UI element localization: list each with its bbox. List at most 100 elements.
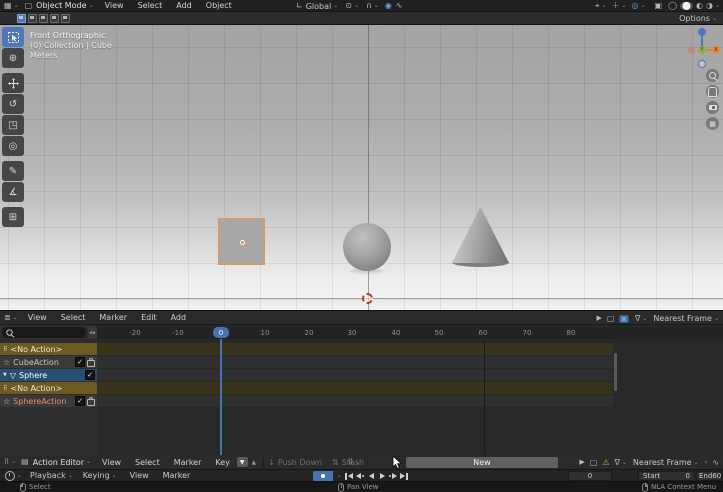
filter-icon[interactable]: ∇ — [635, 315, 640, 323]
act-snap-label[interactable]: Nearest Frame — [633, 458, 692, 467]
nla-strip-row[interactable] — [97, 382, 613, 394]
select-mode-extend-icon[interactable] — [28, 14, 37, 23]
dopesheet-editor-type-dropdown[interactable]: ⠿⌄ — [0, 459, 16, 466]
orientation-label[interactable]: Global — [306, 2, 332, 11]
gizmo-x-neg[interactable] — [688, 47, 695, 54]
snap-magnet-icon[interactable]: ∩ — [366, 2, 372, 10]
nla-menu-view[interactable]: View — [21, 313, 54, 322]
nla-strip-row[interactable] — [97, 395, 613, 407]
select-mode-invert-icon[interactable] — [50, 14, 59, 23]
track-checkbox[interactable]: ✓ — [75, 396, 85, 406]
new-action-button[interactable]: New — [406, 457, 558, 468]
menu-add[interactable]: Add — [169, 1, 199, 10]
nla-strip-row[interactable] — [97, 343, 613, 355]
tl-menu-view[interactable]: View — [123, 471, 156, 480]
gizmos-icon[interactable]: ＋ — [611, 2, 619, 10]
tool-annotate[interactable]: ✎ — [2, 161, 24, 181]
sync-icon[interactable]: ▣ — [619, 315, 629, 323]
tool-transform[interactable]: ◎ — [2, 136, 24, 156]
gizmo-x-pos[interactable]: X — [712, 46, 720, 54]
select-mode-set-icon[interactable] — [17, 14, 26, 23]
ortho-toggle-button[interactable]: ▦ — [706, 117, 719, 130]
act-menu-select[interactable]: Select — [128, 458, 167, 467]
overlays-icon[interactable]: ◎ — [632, 2, 639, 10]
prev-keyframe-button[interactable] — [355, 471, 365, 481]
tool-add-cube[interactable]: ⊞ — [2, 207, 24, 227]
falloff-icon[interactable]: ∿ — [396, 2, 403, 10]
timeline-editor-type-dropdown[interactable]: ⌄ — [0, 471, 22, 481]
keying-dropdown[interactable]: Keying ⌄ — [83, 471, 117, 480]
nla-strip-row[interactable] — [97, 356, 613, 368]
xray-icon[interactable]: ▣ — [655, 2, 663, 10]
gizmo-y-pos[interactable]: Y — [698, 46, 706, 54]
pointer-icon[interactable]: ▶ — [579, 459, 584, 466]
navigation-gizmo[interactable]: X Y — [686, 28, 720, 74]
pivot-icon[interactable]: ⊙ — [345, 2, 352, 10]
zoom-button[interactable] — [706, 69, 719, 82]
shading-rendered-icon[interactable]: ◑ — [706, 2, 713, 10]
end-frame-field[interactable]: End 60 — [696, 471, 722, 481]
shading-solid-active[interactable]: ⬤ — [680, 2, 693, 10]
tool-move[interactable] — [2, 73, 24, 93]
act-menu-marker[interactable]: Marker — [167, 458, 209, 467]
tool-rotate[interactable]: ↺ — [2, 94, 24, 114]
visibility-icon[interactable]: ⌖ — [595, 2, 600, 10]
push-down-button[interactable]: ↓ Push Down — [268, 458, 322, 467]
playhead-line[interactable] — [220, 339, 222, 455]
playhead-handle[interactable]: 0 — [213, 327, 229, 338]
menu-view[interactable]: View — [98, 1, 131, 10]
shading-wireframe-icon[interactable]: ◯ — [668, 2, 677, 10]
keying-dot-icon[interactable]: ◦ — [704, 459, 709, 467]
box-select-icon[interactable]: ▢ — [607, 315, 615, 323]
nla-editor-type-dropdown[interactable]: ≣⌄ — [0, 314, 18, 322]
nla-strip-row[interactable] — [97, 369, 613, 381]
tool-select-box[interactable] — [2, 27, 24, 47]
next-keyframe-button[interactable] — [388, 471, 398, 481]
nla-channel-cubeaction[interactable]: ☆ CubeAction ✓ — [0, 356, 97, 368]
act-menu-key[interactable]: Key — [208, 458, 237, 467]
interpolation-icon[interactable]: ∿ — [712, 459, 719, 467]
sphere-object[interactable] — [343, 223, 391, 271]
nla-ruler[interactable]: -20 -10 10 20 30 40 50 60 70 80 — [97, 327, 723, 339]
lock-icon[interactable] — [87, 360, 95, 367]
move-up-button[interactable]: ▲ — [249, 457, 260, 467]
nla-menu-select[interactable]: Select — [54, 313, 93, 322]
action-id-dropdown[interactable]: ⠿ ⌄ — [348, 455, 360, 470]
track-checkbox[interactable]: ✓ — [85, 370, 95, 380]
playback-dropdown[interactable]: Playback ⌄ — [30, 471, 73, 480]
options-dropdown[interactable]: Options ⌄ — [679, 12, 717, 25]
current-frame-field[interactable]: 0 — [568, 471, 612, 481]
nla-channel-sphereaction[interactable]: ☆ SphereAction ✓ — [0, 395, 97, 407]
start-frame-field[interactable]: Start 0 — [638, 471, 695, 481]
camera-view-button[interactable] — [706, 101, 719, 114]
editor-type-dropdown[interactable]: ▦⌄ — [0, 2, 19, 10]
nla-channel-no-action-cube[interactable]: ⠿ <No Action> — [0, 343, 97, 355]
nla-snap-label[interactable]: Nearest Frame — [653, 314, 712, 323]
nla-menu-add[interactable]: Add — [164, 313, 194, 322]
play-reverse-button[interactable] — [366, 471, 376, 481]
gizmo-z-neg[interactable] — [698, 60, 706, 68]
viewport-3d[interactable]: Front Orthographic (0) Collection | Cube… — [0, 25, 723, 310]
nla-menu-edit[interactable]: Edit — [134, 313, 164, 322]
proportional-edit-icon[interactable]: ◉ — [385, 2, 392, 10]
box-select-icon[interactable]: ▢ — [590, 459, 598, 467]
nla-channel-no-action-sphere[interactable]: ⠿ <No Action> — [0, 382, 97, 394]
action-editor-mode-dropdown[interactable]: ▤ Action Editor ⌄ — [21, 458, 91, 467]
nla-channel-sphere[interactable]: ▼ ▽ Sphere ✓ — [0, 369, 97, 381]
nla-fit-button[interactable]: ↔ — [88, 327, 97, 338]
select-mode-subtract-icon[interactable] — [39, 14, 48, 23]
tool-measure[interactable]: ∡ — [2, 182, 24, 202]
select-mode-intersect-icon[interactable] — [61, 14, 70, 23]
menu-select[interactable]: Select — [131, 1, 170, 10]
nla-scrollbar[interactable] — [614, 353, 617, 391]
tl-menu-marker[interactable]: Marker — [156, 471, 198, 480]
expand-icon[interactable]: ▼ — [3, 372, 7, 378]
cube-object-selected[interactable] — [218, 218, 265, 265]
nla-search-field[interactable] — [2, 327, 86, 338]
act-menu-view[interactable]: View — [95, 458, 128, 467]
shading-material-icon[interactable]: ◐ — [696, 2, 703, 10]
jump-to-end-button[interactable] — [399, 471, 409, 481]
menu-object[interactable]: Object — [199, 1, 239, 10]
lock-icon[interactable] — [87, 399, 95, 406]
mode-dropdown[interactable]: ▢ Object Mode ⌄ — [25, 1, 94, 10]
